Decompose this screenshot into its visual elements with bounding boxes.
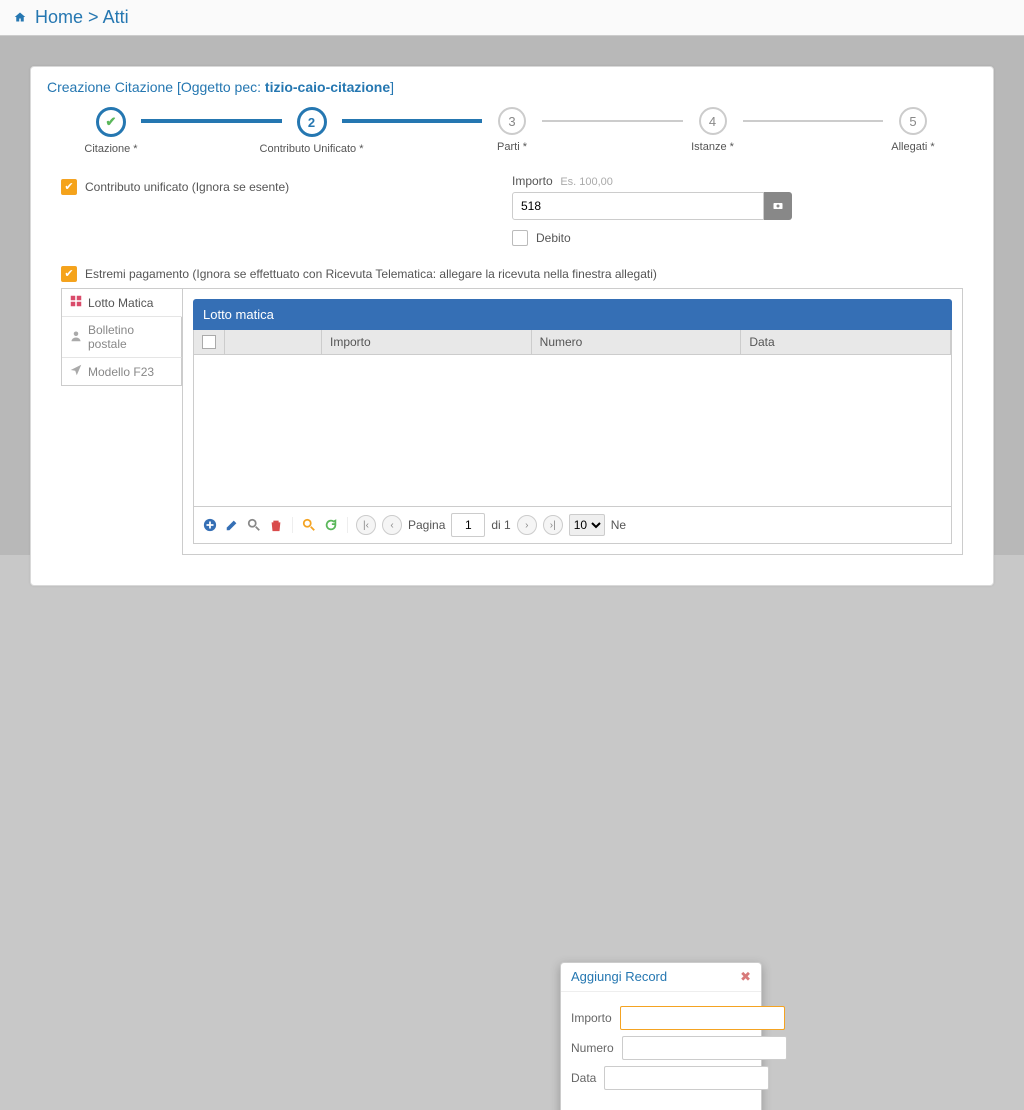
estremi-checkbox[interactable]: ✔ (61, 266, 77, 282)
view-icon[interactable] (246, 517, 262, 533)
debito-label: Debito (536, 231, 571, 245)
pager-first-button[interactable]: |‹ (356, 515, 376, 535)
popover-data-input[interactable] (604, 1066, 769, 1090)
close-icon[interactable]: ✖ (740, 969, 751, 985)
currency-icon[interactable] (764, 192, 792, 220)
step-citazione[interactable]: ✔ Citazione * (81, 107, 141, 155)
dashboard-icon (70, 295, 82, 310)
add-record-popover: Aggiungi Record ✖ Importo Numero Data ✔ … (560, 962, 762, 1110)
step-istanze[interactable]: 4 Istanze * (683, 107, 743, 153)
search-icon[interactable] (301, 517, 317, 533)
debito-checkbox[interactable]: ✔ (512, 230, 528, 246)
step-contributo[interactable]: 2 Contributo Unificato * (282, 107, 342, 155)
tab-label: Lotto Matica (88, 296, 153, 310)
grid-pager: |‹ ‹ Pagina di 1 › ›| 10 Ne (193, 507, 952, 544)
tab-label: Bolletino postale (88, 323, 173, 351)
tab-panel-lotto: Lotto matica Importo Numero Data (182, 288, 963, 555)
card-title: Creazione Citazione [Oggetto pec: tizio-… (31, 67, 993, 107)
pager-size-select[interactable]: 10 (569, 514, 605, 536)
grid-col-data[interactable]: Data (741, 330, 951, 354)
step-label: Contributo Unificato * (260, 143, 364, 155)
importo-input[interactable] (512, 192, 764, 220)
popover-importo-label: Importo (571, 1011, 612, 1025)
pager-page-label: Pagina (408, 518, 445, 532)
pager-prev-button[interactable]: ‹ (382, 515, 402, 535)
pager-next-button[interactable]: › (517, 515, 537, 535)
refresh-icon[interactable] (323, 517, 339, 533)
step-label: Allegati * (891, 141, 934, 153)
importo-example: Es. 100,00 (560, 176, 613, 188)
stepper: ✔ Citazione * 2 Contributo Unificato * 3… (31, 107, 993, 163)
pager-of-label: di 1 (491, 518, 510, 532)
step-label: Istanze * (691, 141, 734, 153)
grid-header: Importo Numero Data (193, 330, 952, 355)
breadcrumb-current-link[interactable]: Atti (103, 7, 129, 27)
home-icon (14, 7, 31, 27)
step-label: Citazione * (84, 143, 137, 155)
contributo-label: Contributo unificato (Ignora se esente) (85, 180, 289, 194)
tab-bollettino[interactable]: Bolletino postale (62, 317, 182, 358)
breadcrumb: Home > Atti (0, 0, 1024, 36)
add-icon[interactable] (202, 517, 218, 533)
main-card: Creazione Citazione [Oggetto pec: tizio-… (30, 66, 994, 586)
grid-col-blank (225, 330, 322, 354)
send-icon (70, 364, 82, 379)
pager-no-records: Ne (611, 518, 626, 532)
grid-col-numero[interactable]: Numero (532, 330, 742, 354)
grid-col-importo[interactable]: Importo (322, 330, 532, 354)
popover-numero-input[interactable] (622, 1036, 787, 1060)
step-allegati[interactable]: 5 Allegati * (883, 107, 943, 153)
tab-modello-f23[interactable]: Modello F23 (62, 358, 182, 385)
popover-title: Aggiungi Record (571, 969, 667, 985)
importo-label: Importo (512, 174, 553, 188)
user-icon (70, 330, 82, 345)
check-icon: ✔ (96, 107, 126, 137)
grid-body (193, 355, 952, 507)
breadcrumb-home-link[interactable]: Home (35, 7, 83, 27)
delete-icon[interactable] (268, 517, 284, 533)
popover-numero-label: Numero (571, 1041, 614, 1055)
step-label: Parti * (497, 141, 527, 153)
popover-data-label: Data (571, 1071, 596, 1085)
pager-last-button[interactable]: ›| (543, 515, 563, 535)
edit-icon[interactable] (224, 517, 240, 533)
tab-lotto-matica[interactable]: Lotto Matica (62, 289, 182, 317)
grid-select-all-checkbox[interactable] (194, 330, 225, 354)
popover-importo-input[interactable] (620, 1006, 785, 1030)
breadcrumb-sep: > (88, 7, 99, 27)
panel-title: Lotto matica (193, 299, 952, 330)
estremi-label: Estremi pagamento (Ignora se effettuato … (85, 267, 657, 281)
tab-label: Modello F23 (88, 365, 154, 379)
pager-page-input[interactable] (451, 513, 485, 537)
vertical-tabs: Lotto Matica Bolletino postale Modello F… (61, 288, 182, 386)
step-parti[interactable]: 3 Parti * (482, 107, 542, 153)
contributo-checkbox[interactable]: ✔ (61, 179, 77, 195)
